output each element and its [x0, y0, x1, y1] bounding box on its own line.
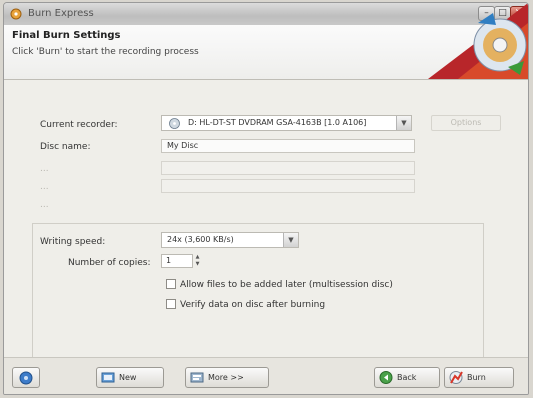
window-title: Burn Express	[28, 8, 94, 19]
allow-files-later-label: Allow files to be added later (multisess…	[180, 280, 393, 290]
number-of-copies-stepper[interactable]: 1 ▲ ▼	[161, 254, 199, 268]
current-recorder-label: Current recorder:	[40, 120, 118, 130]
help-icon	[19, 371, 33, 385]
wizard-footer: New More >> Back Burn	[4, 357, 528, 394]
disabled-row3-label: ...	[40, 200, 49, 210]
number-of-copies-label: Number of copies:	[68, 258, 151, 268]
allow-files-later-checkbox[interactable]	[166, 279, 176, 289]
back-button-label: Back	[397, 373, 417, 382]
disabled-row1-field	[161, 161, 415, 175]
verify-data-label: Verify data on disc after burning	[180, 300, 326, 310]
page-title: Final Burn Settings	[12, 30, 121, 41]
stepper-arrows-icon[interactable]: ▲ ▼	[193, 254, 202, 268]
new-button[interactable]: New	[96, 367, 164, 388]
new-button-label: New	[119, 373, 137, 382]
header-disc-art-icon	[428, 3, 528, 79]
writing-speed-select[interactable]: 24x (3,600 KB/s) ▼	[161, 232, 299, 248]
disc-name-label: Disc name:	[40, 142, 91, 152]
burn-button-label: Burn	[467, 373, 486, 382]
disc-name-input[interactable]: My Disc	[161, 139, 415, 153]
more-button[interactable]: More >>	[185, 367, 269, 388]
wizard-header: Final Burn Settings Click 'Burn' to star…	[4, 3, 528, 80]
new-project-icon	[101, 372, 115, 383]
burn-disc-icon	[449, 371, 463, 384]
more-options-icon	[190, 372, 204, 383]
verify-data-checkbox[interactable]	[166, 299, 176, 309]
writing-speed-value: 24x (3,600 KB/s)	[167, 235, 234, 244]
disabled-row2-field	[161, 179, 415, 193]
more-button-label: More >>	[208, 373, 244, 382]
back-button[interactable]: Back	[374, 367, 440, 388]
app-icon	[10, 8, 22, 20]
disabled-row1-label: ...	[40, 164, 49, 174]
chevron-down-icon[interactable]: ▼	[283, 233, 298, 247]
options-button[interactable]: Options	[431, 115, 501, 131]
chevron-down-icon[interactable]: ▼	[396, 116, 411, 130]
current-recorder-value: D: HL-DT-ST DVDRAM GSA-4163B [1.0 A106]	[188, 118, 367, 127]
help-button[interactable]	[12, 367, 40, 388]
number-of-copies-value: 1	[166, 256, 172, 265]
current-recorder-select[interactable]: D: HL-DT-ST DVDRAM GSA-4163B [1.0 A106] …	[161, 115, 412, 131]
burn-button[interactable]: Burn	[444, 367, 514, 388]
disabled-row2-label: ...	[40, 182, 49, 192]
writing-speed-label: Writing speed:	[40, 237, 106, 247]
burn-express-window: Burn Express – □ ✕ Final Burn Settings C…	[3, 2, 529, 395]
page-subtitle: Click 'Burn' to start the recording proc…	[12, 47, 199, 57]
back-arrow-icon	[379, 371, 393, 384]
disc-drive-icon	[169, 118, 180, 129]
